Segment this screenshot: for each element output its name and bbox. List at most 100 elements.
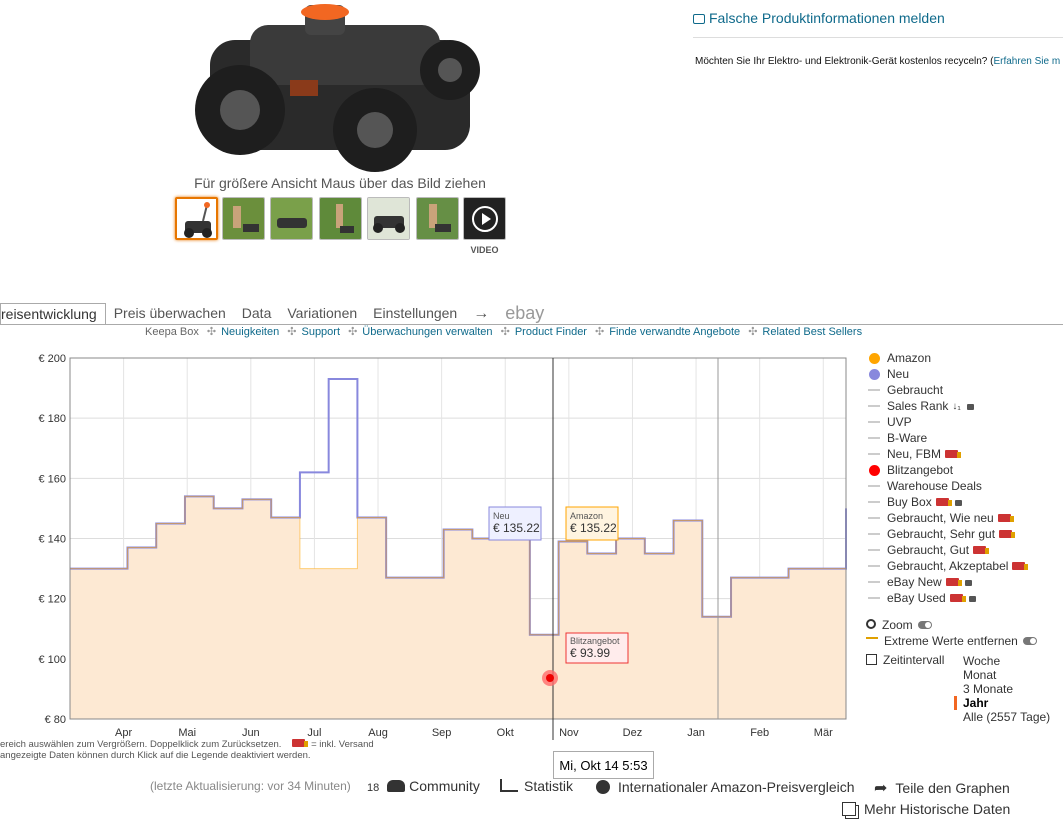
legend-item[interactable]: B-Ware [866,430,1063,446]
price-chart[interactable]: € 200 € 180 € 160 € 140 € 120 € 100 € 80 Apr Ma… [0,345,860,745]
keepa-box-label[interactable]: Keepa Box [145,326,199,338]
arrow-icon: → [473,305,490,322]
legend-label: Warehouse Deals [887,479,982,493]
tab-data[interactable]: Data [234,303,280,325]
truck-icon [997,514,1014,522]
tooltip-neu-label: Neu [493,511,510,521]
report-label: Falsche Produktinformationen melden [709,10,945,26]
y-axis-ticks: € 200 € 180 € 160 € 140 € 120 € 100 € 80 [38,353,66,726]
link-verwandte-angebote[interactable]: Finde verwandte Angebote [609,326,740,338]
tab-einstellungen[interactable]: Einstellungen [365,303,465,325]
sparkline-icon [866,637,878,645]
legend-item[interactable]: Neu, FBM [866,446,1063,462]
legend-item[interactable]: eBay Used [866,590,1063,606]
range-alle[interactable]: Alle (2557 Tage) [963,710,1050,724]
x-tick-label: Jan [687,727,705,739]
thumbnail-2[interactable] [222,197,265,240]
legend-label: UVP [887,415,912,429]
x-tick-label: Okt [497,727,514,739]
x-tick-label: Mär [814,727,833,739]
separator-icon: ✣ [206,326,217,338]
legend-item[interactable]: Neu [866,366,1063,382]
more-history-link[interactable]: Mehr Historische Daten [842,800,1010,817]
legend-item[interactable]: Blitzangebot [866,462,1063,478]
legend-dot-icon [866,464,882,476]
statistik-link[interactable]: Statistik [500,778,573,794]
link-support[interactable]: Support [301,326,340,338]
legend-line-icon [866,485,882,487]
tooltip-amazon-value: € 135.22 [570,521,617,535]
y-tick-label: € 140 [38,534,66,546]
legend-item[interactable]: Gebraucht, Wie neu [866,510,1063,526]
video-label: VIDEO [470,245,499,255]
legend-label: Gebraucht, Wie neu [887,511,994,525]
thumbnail-4[interactable] [319,197,362,240]
tab-preisentwicklung[interactable]: reisentwicklung [0,303,106,325]
legend-item[interactable]: Gebraucht, Akzeptabel [866,558,1063,574]
toggle-icon [1022,637,1037,645]
selected-range-marker [954,696,957,710]
crosshair-date: Mi, Okt 14 5:53 [553,751,654,779]
legend-item[interactable]: UVP [866,414,1063,430]
x-tick-label: Apr [115,727,132,739]
truck-icon [973,546,990,554]
y-tick-label: € 120 [38,594,66,606]
thumbnail-3[interactable] [270,197,313,240]
tab-preis-ueberwachen[interactable]: Preis überwachen [106,303,234,325]
tab-variationen[interactable]: Variationen [279,303,365,325]
recycle-link[interactable]: Erfahren Sie m [993,56,1060,67]
range-monat[interactable]: Monat [963,668,996,682]
keepa-links: Keepa Box ✣ Neuigkeiten ✣ Support ✣ Überwac… [145,325,862,338]
range-3-monate[interactable]: 3 Monate [963,682,1013,696]
community-link[interactable]: 18 Community [367,778,480,794]
legend-item[interactable]: Sales Rank ↓₁ [866,398,1063,414]
thumbnail-6[interactable] [416,197,459,240]
separator-icon: ✣ [595,326,605,338]
truck-icon [935,498,952,506]
international-label: Internationaler Amazon-Preisvergleich [618,779,855,795]
x-tick-label: Jul [307,727,321,739]
legend-item[interactable]: Gebraucht, Gut [866,542,1063,558]
legend-item[interactable]: Warehouse Deals [866,478,1063,494]
legend-label: Sales Rank [887,399,949,413]
statistik-label: Statistik [524,778,574,794]
range-jahr[interactable]: Jahr [963,696,988,710]
legend-line-icon [866,517,882,519]
thumbnail-5[interactable] [367,197,410,240]
legend-label: eBay Used [887,591,946,605]
extreme-toggle[interactable]: Extreme Werte entfernen [866,634,1037,648]
legend-item[interactable]: Gebraucht [866,382,1063,398]
tab-ebay[interactable]: ebay [497,303,552,325]
share-link[interactable]: ➦ Teile den Graphen [874,778,1010,798]
y-tick-label: € 80 [45,714,66,726]
range-woche[interactable]: Woche [963,654,1000,668]
legend-dot-icon [866,368,882,380]
international-link[interactable]: Internationaler Amazon-Preisvergleich [596,778,855,795]
y-tick-label: € 160 [38,473,66,485]
legend-item[interactable]: eBay New [866,574,1063,590]
tooltip-neu-value: € 135.22 [493,521,540,535]
report-link[interactable]: Falsche Produktinformationen melden [693,10,945,26]
tooltip-blitz-value: € 93.99 [570,646,610,660]
legend-item[interactable]: Amazon [866,350,1063,366]
legend-line-icon [866,421,882,423]
lock-icon [968,596,976,602]
link-product-finder[interactable]: Product Finder [515,326,587,338]
link-related-best-sellers[interactable]: Related Best Sellers [762,326,862,338]
link-neuigkeiten[interactable]: Neuigkeiten [221,326,279,338]
thumbnail-1[interactable] [175,197,218,240]
product-image[interactable] [180,0,510,175]
keepa-tabs: reisentwicklung Preis überwachen Data Va… [0,303,552,325]
link-ueberwachungen[interactable]: Überwachungen verwalten [362,326,492,338]
zoom-toggle[interactable]: Zoom [866,618,932,632]
toggle-icon [917,621,932,629]
x-tick-label: Sep [432,727,452,739]
legend-item[interactable]: Buy Box [866,494,1063,510]
tooltip-blitz: Blitzangebot € 93.99 [565,632,629,664]
legend-item[interactable]: Gebraucht, Sehr gut [866,526,1063,542]
tooltip-amazon: Amazon € 135.22 [565,506,619,541]
legend-label: Neu [887,367,910,381]
video-thumbnail[interactable] [463,197,506,240]
legend-label: Blitzangebot [887,463,954,477]
tooltip-amazon-label: Amazon [570,511,603,521]
